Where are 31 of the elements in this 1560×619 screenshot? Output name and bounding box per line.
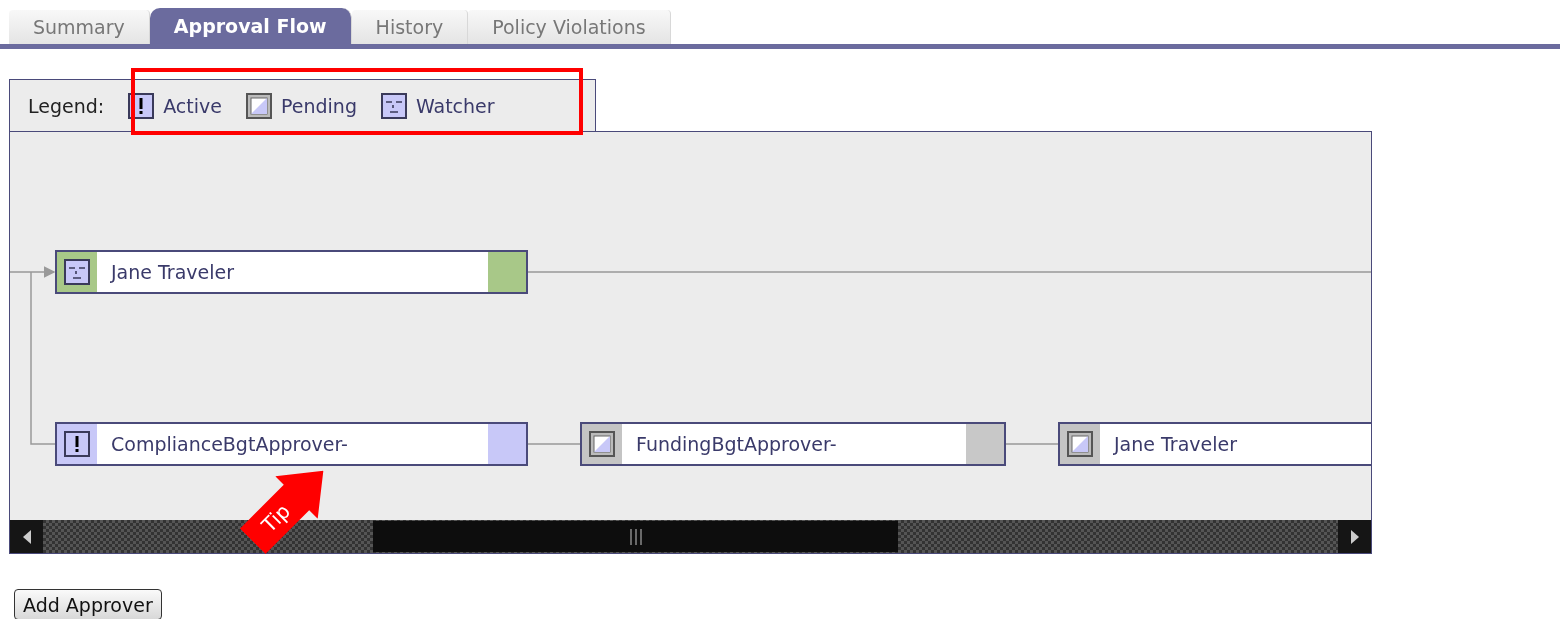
connector-line — [527, 443, 581, 445]
tab[interactable]: Approval Flow — [149, 8, 352, 44]
tab[interactable]: Policy Violations — [468, 10, 671, 44]
scroll-thumb[interactable] — [373, 521, 898, 552]
pending-icon — [1067, 431, 1093, 457]
grip-icon — [629, 528, 642, 545]
legend-text: Watcher — [415, 94, 495, 117]
approver-name: Jane Traveler — [1112, 432, 1238, 457]
right-arrow-icon — [1350, 529, 1359, 544]
pending-icon — [246, 92, 272, 119]
scroll-left-button[interactable] — [10, 520, 43, 553]
add-approver-button[interactable]: Add Approver — [14, 589, 162, 619]
approver-node[interactable]: Jane Traveler — [55, 250, 528, 294]
legend-label: Legend: — [28, 94, 105, 117]
legend-text: Active — [163, 94, 222, 117]
approver-name: Jane Traveler — [109, 260, 235, 285]
exclamation-icon — [64, 431, 90, 457]
face-icon — [380, 92, 407, 119]
tab[interactable]: Summary — [9, 10, 150, 44]
approver-name: FundingBgtApprover- — [635, 432, 838, 457]
scroll-right-button[interactable] — [1338, 520, 1371, 553]
connector-arrow — [10, 266, 56, 278]
approver-node[interactable]: FundingBgtApprover- — [580, 422, 1006, 466]
face-icon — [64, 259, 90, 285]
connector-line — [1005, 443, 1059, 445]
pending-icon — [589, 431, 615, 457]
left-arrow-icon — [22, 529, 31, 544]
legend-text: Pending — [281, 94, 357, 117]
approver-node[interactable]: ComplianceBgtApprover- — [55, 422, 528, 466]
approver-node[interactable]: Jane Traveler — [1058, 422, 1371, 466]
tab[interactable]: History — [351, 10, 469, 44]
